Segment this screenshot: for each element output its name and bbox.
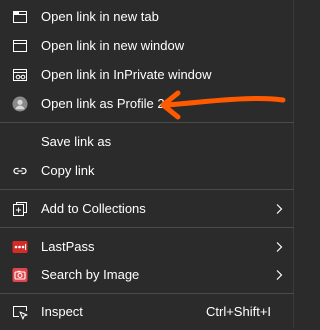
menu-item-shortcut: Ctrl+Shift+I — [206, 304, 272, 319]
inprivate-window-icon — [13, 69, 27, 81]
menu-item-inspect[interactable]: Inspect Ctrl+Shift+I — [0, 298, 294, 326]
menu-item-add-to-collections[interactable]: Add to Collections — [0, 195, 294, 223]
menu-item-label: Open link in new window — [41, 38, 185, 53]
menu-separator — [0, 227, 294, 228]
new-window-icon — [13, 40, 27, 52]
screenshot-canvas: Open link in new tab Open link in new wi… — [0, 0, 300, 330]
menu-item-lastpass[interactable]: LastPass — [0, 233, 294, 261]
menu-item-copy-link[interactable]: Copy link — [0, 157, 294, 185]
menu-item-label: Open link in new tab — [41, 9, 159, 24]
profile-avatar-icon — [12, 96, 28, 112]
menu-item-label: Search by Image — [41, 267, 140, 282]
menu-item-label: Inspect — [41, 304, 83, 319]
chevron-right-icon — [276, 270, 283, 280]
menu-item-label: LastPass — [41, 239, 95, 254]
camera-icon — [12, 268, 28, 282]
menu-item-label: Add to Collections — [41, 201, 146, 216]
lastpass-icon — [12, 241, 28, 253]
menu-item-label: Save link as — [41, 134, 112, 149]
chevron-right-icon — [276, 204, 283, 214]
menu-item-open-inprivate[interactable]: Open link in InPrivate window — [0, 61, 294, 89]
menu-item-save-link[interactable]: Save link as — [0, 128, 294, 156]
menu-item-label: Copy link — [41, 163, 95, 178]
menu-separator — [0, 189, 294, 190]
menu-item-search-by-image[interactable]: Search by Image — [0, 261, 294, 289]
menu-separator — [0, 293, 294, 294]
context-menu: Open link in new tab Open link in new wi… — [0, 0, 294, 328]
chevron-right-icon — [276, 242, 283, 252]
menu-item-open-new-tab[interactable]: Open link in new tab — [0, 3, 294, 31]
menu-item-open-as-profile[interactable]: Open link as Profile 2 — [0, 90, 294, 118]
menu-separator — [0, 122, 294, 123]
link-icon — [13, 167, 27, 175]
inspect-icon — [13, 306, 28, 320]
new-tab-icon — [13, 11, 27, 23]
menu-item-label: Open link in InPrivate window — [41, 67, 212, 82]
window-edge — [294, 0, 300, 330]
menu-item-label: Open link as Profile 2 — [41, 96, 165, 111]
collections-icon — [13, 202, 27, 216]
menu-item-open-new-window[interactable]: Open link in new window — [0, 32, 294, 60]
